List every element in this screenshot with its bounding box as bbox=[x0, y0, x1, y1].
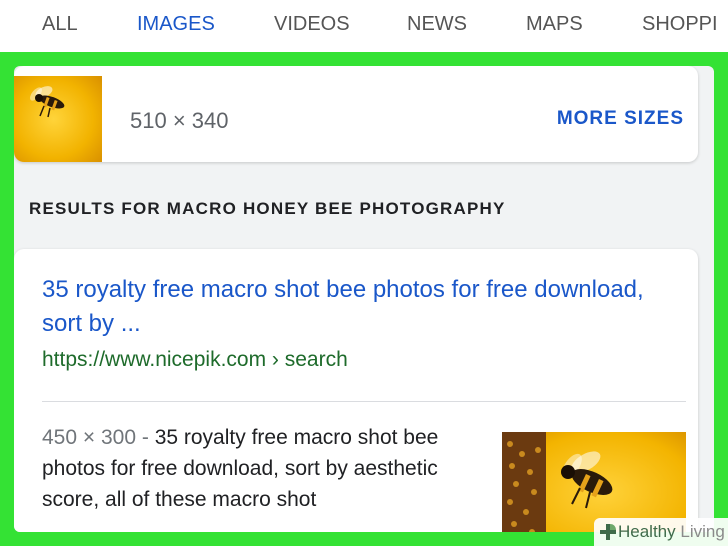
tab-videos[interactable]: VIDEOS bbox=[274, 13, 350, 36]
image-detail-panel: 510 × 340 MORE SIZES RESULTS FOR MACRO H… bbox=[14, 66, 714, 532]
result-dimensions: 450 × 300 bbox=[42, 426, 137, 449]
search-tabs: ALL IMAGES VIDEOS NEWS MAPS SHOPPI bbox=[0, 0, 728, 52]
bee-macro-image-icon[interactable] bbox=[502, 432, 686, 532]
result-card: 35 royalty free macro shot bee photos fo… bbox=[14, 249, 698, 532]
image-size-text: 510 × 340 bbox=[130, 108, 229, 133]
divider bbox=[42, 401, 686, 402]
more-sizes-button[interactable]: MORE SIZES bbox=[557, 108, 684, 130]
healthy-living-watermark: Healthy Living bbox=[594, 518, 728, 546]
result-separator: - bbox=[136, 426, 155, 449]
result-url[interactable]: https://www.nicepik.com › search bbox=[42, 348, 348, 372]
tab-all[interactable]: ALL bbox=[42, 13, 78, 36]
tab-shopping[interactable]: SHOPPI bbox=[642, 13, 718, 36]
result-title-link[interactable]: 35 royalty free macro shot bee photos fo… bbox=[42, 273, 662, 341]
tab-maps[interactable]: MAPS bbox=[526, 13, 583, 36]
tab-news[interactable]: NEWS bbox=[407, 13, 467, 36]
watermark-text: Healthy Living bbox=[618, 522, 725, 542]
image-size-card: 510 × 340 MORE SIZES bbox=[14, 66, 698, 162]
watermark-brand-bold: Healthy bbox=[618, 522, 676, 541]
tab-images[interactable]: IMAGES bbox=[137, 13, 215, 36]
watermark-brand-light: Living bbox=[675, 522, 725, 541]
result-description: 450 × 300 - 35 royalty free macro shot b… bbox=[42, 422, 482, 515]
plus-leaf-icon bbox=[598, 522, 618, 542]
bee-thumbnail-icon[interactable] bbox=[14, 76, 102, 162]
results-heading: RESULTS FOR MACRO HONEY BEE PHOTOGRAPHY bbox=[29, 199, 506, 218]
highlight-frame: 510 × 340 MORE SIZES RESULTS FOR MACRO H… bbox=[0, 52, 728, 546]
